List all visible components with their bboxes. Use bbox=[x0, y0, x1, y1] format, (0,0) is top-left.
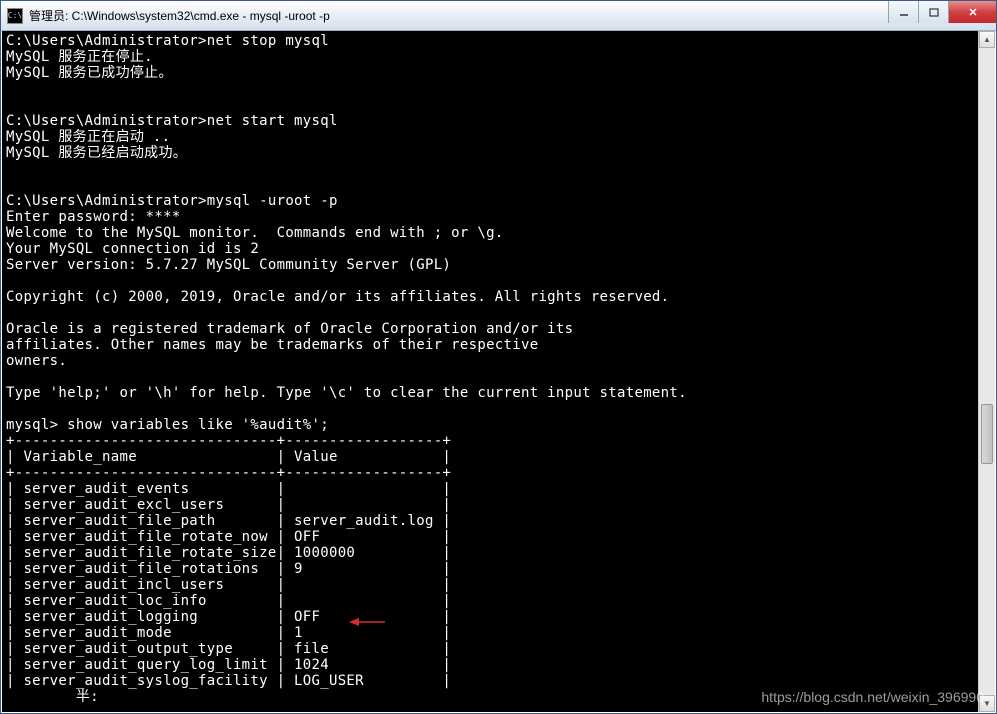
scroll-up-button[interactable]: ▲ bbox=[979, 31, 995, 48]
close-icon bbox=[968, 7, 978, 17]
maximize-button[interactable] bbox=[918, 1, 948, 23]
console-output[interactable]: C:\Users\Administrator>net stop mysql My… bbox=[2, 31, 978, 712]
window-controls bbox=[888, 1, 996, 23]
titlebar[interactable]: C:\ 管理员: C:\Windows\system32\cmd.exe - m… bbox=[1, 1, 996, 31]
vertical-scrollbar[interactable]: ▲ ▼ bbox=[978, 31, 995, 712]
maximize-icon bbox=[929, 7, 939, 17]
console-area: C:\Users\Administrator>net stop mysql My… bbox=[2, 31, 995, 712]
cmd-window: C:\ 管理员: C:\Windows\system32\cmd.exe - m… bbox=[0, 0, 997, 714]
minimize-icon bbox=[899, 7, 909, 17]
close-button[interactable] bbox=[948, 1, 996, 23]
minimize-button[interactable] bbox=[888, 1, 918, 23]
scroll-thumb[interactable] bbox=[981, 404, 993, 464]
watermark-text: https://blog.csdn.net/weixin_396990 bbox=[761, 689, 984, 705]
cmd-icon: C:\ bbox=[7, 8, 23, 24]
scroll-track[interactable] bbox=[979, 48, 995, 695]
window-title: 管理员: C:\Windows\system32\cmd.exe - mysql… bbox=[29, 7, 996, 24]
